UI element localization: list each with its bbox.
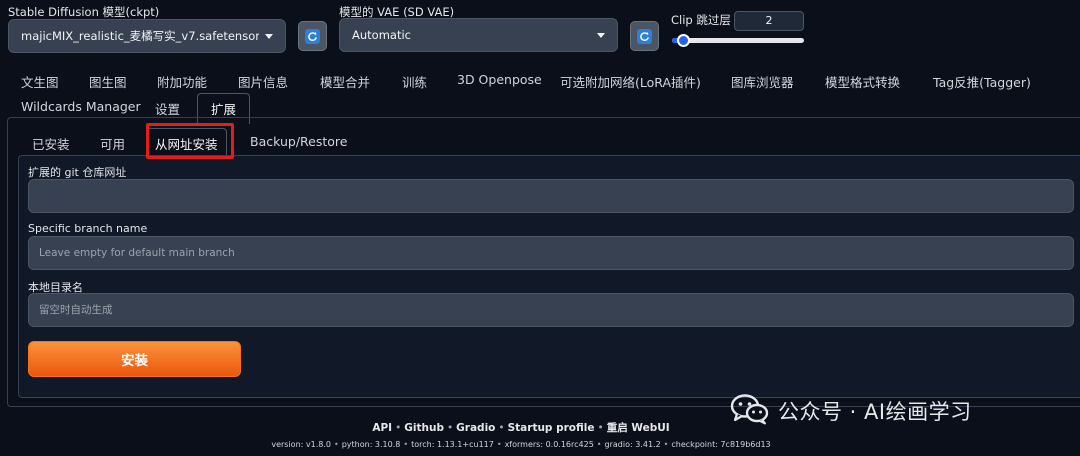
red-highlight-annotation — [146, 123, 234, 159]
tab-png-info[interactable]: 图片信息 — [238, 72, 288, 91]
tab-model-converter[interactable]: 模型格式转换 — [825, 72, 900, 91]
footer-link-startup-profile[interactable]: Startup profile — [508, 422, 595, 434]
subtab-available[interactable]: 可用 — [100, 134, 125, 153]
clip-skip-label: Clip 跳过层 — [671, 13, 731, 27]
footer-separator: • — [498, 422, 505, 434]
checkpoint-value: majicMIX_realistic_麦橘写实_v7.safetensors [… — [21, 29, 259, 43]
version-item: torch: 1.13.1+cu117 — [411, 440, 494, 449]
checkpoint-refresh-button[interactable] — [298, 21, 327, 51]
tab-img2img[interactable]: 图生图 — [89, 72, 127, 91]
footer-separator: • — [663, 440, 669, 449]
version-item: version: v1.8.0 — [271, 440, 331, 449]
chevron-down-icon — [265, 33, 273, 39]
tab-train[interactable]: 训练 — [402, 72, 427, 91]
footer-separator: • — [496, 440, 502, 449]
footer-link-reload-ui[interactable]: 重启 WebUI — [607, 422, 670, 434]
tab-image-browser[interactable]: 图库浏览器 — [731, 72, 794, 91]
tab-tagger[interactable]: Tag反推(Tagger) — [933, 72, 1031, 91]
checkpoint-dropdown[interactable]: majicMIX_realistic_麦橘写实_v7.safetensors [… — [8, 19, 286, 53]
footer-link-gradio[interactable]: Gradio — [456, 422, 495, 434]
git-url-input[interactable] — [28, 179, 1074, 213]
footer-separator: • — [596, 440, 602, 449]
footer-link-github[interactable]: Github — [404, 422, 444, 434]
footer-separator: • — [597, 422, 604, 434]
tab-3d-openpose[interactable]: 3D Openpose — [457, 72, 542, 87]
tab-additional-networks[interactable]: 可选附加网络(LoRA插件) — [560, 72, 701, 91]
version-item: python: 3.10.8 — [341, 440, 401, 449]
checkpoint-label: Stable Diffusion 模型(ckpt) — [8, 5, 160, 19]
footer-separator: • — [395, 422, 402, 434]
watermark: 公众号 · AI绘画学习 — [730, 394, 972, 428]
subtab-backup-restore[interactable]: Backup/Restore — [250, 134, 347, 149]
branch-name-label: Specific branch name — [28, 222, 148, 235]
branch-name-input[interactable] — [28, 236, 1074, 270]
version-item: xformers: 0.0.16rc425 — [504, 440, 594, 449]
webui-page: Stable Diffusion 模型(ckpt) majicMIX_reali… — [0, 0, 1080, 456]
local-dir-input[interactable] — [28, 293, 1074, 327]
tab-extras[interactable]: 附加功能 — [157, 72, 207, 91]
clip-skip-slider[interactable] — [672, 34, 804, 47]
tab-checkpoint-merger[interactable]: 模型合并 — [320, 72, 370, 91]
refresh-icon — [637, 28, 652, 44]
watermark-text: 公众号 · AI绘画学习 — [778, 400, 972, 424]
tab-wildcards-manager[interactable]: Wildcards Manager — [21, 99, 141, 114]
git-url-label: 扩展的 git 仓库网址 — [28, 166, 127, 179]
wechat-icon — [730, 393, 770, 429]
footer-separator: • — [446, 422, 454, 434]
install-button[interactable]: 安装 — [28, 341, 241, 377]
footer-separator: • — [403, 440, 409, 449]
version-item: checkpoint: 7c819b6d13 — [671, 440, 771, 449]
subtab-installed[interactable]: 已安装 — [32, 134, 70, 153]
chevron-down-icon — [597, 32, 605, 38]
version-item: gradio: 3.41.2 — [604, 440, 661, 449]
tab-settings[interactable]: 设置 — [155, 99, 180, 118]
vae-dropdown[interactable]: Automatic — [339, 18, 618, 52]
footer-link-api[interactable]: API — [372, 422, 392, 434]
tab-txt2img[interactable]: 文生图 — [21, 72, 59, 91]
clip-skip-number-input[interactable]: 2 — [734, 11, 804, 31]
footer-version-info: version: v1.8.0 • python: 3.10.8 • torch: 1.… — [0, 440, 1080, 449]
vae-refresh-button[interactable] — [630, 21, 659, 51]
clip-skip-slider-thumb[interactable] — [676, 34, 690, 47]
footer-separator: • — [333, 440, 339, 449]
vae-value: Automatic — [352, 28, 411, 42]
refresh-icon — [305, 28, 320, 44]
